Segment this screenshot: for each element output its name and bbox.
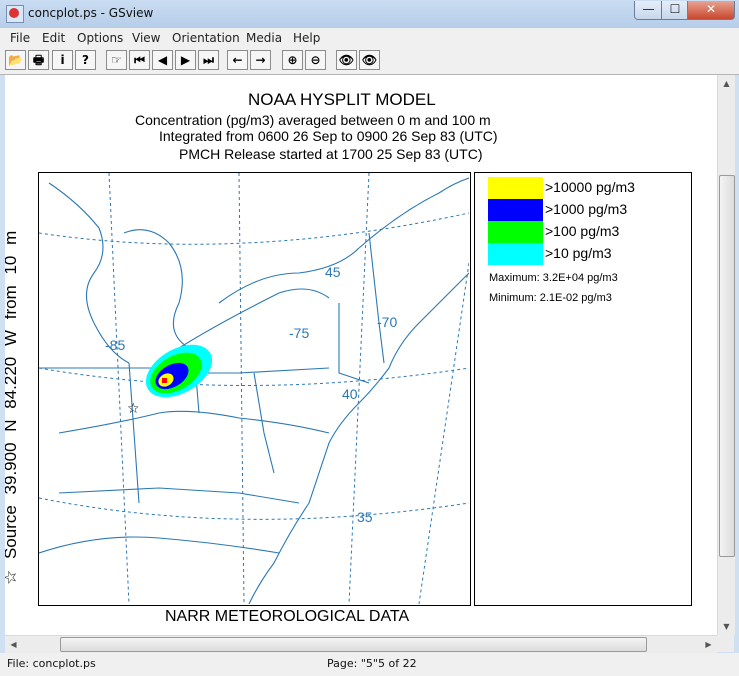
legend-label-1000: >1000 pg/m3 [545,201,628,217]
menu-file[interactable]: File [10,31,30,45]
forward-button[interactable]: → [250,50,271,70]
lon-label-85: -85 [105,337,126,353]
state-border-mid [58,410,330,434]
vertical-scroll-thumb[interactable] [719,175,735,557]
open-button[interactable]: 📂 [5,50,26,70]
scroll-down-arrow-icon[interactable]: ▼ [718,618,735,635]
lat-lon-grid [38,172,470,605]
plume-peak [162,378,167,383]
meridian-85 [108,172,130,605]
gsview-app-icon[interactable] [6,5,24,23]
map-frame: ☆ -85 -75 -70 45 40 35 [38,172,471,606]
last-page-button[interactable]: ⏭ [198,50,219,70]
state-border-ne [338,303,370,384]
goto-page-button[interactable]: ☞ [106,50,127,70]
menu-orientation[interactable]: Orientation [172,31,240,45]
legend-label-10000: >10000 pg/m3 [545,179,635,195]
parallel-35 [38,497,470,520]
state-border-south [58,487,300,504]
prev-page-button[interactable]: ◀ [152,50,173,70]
legend-swatch-10 [488,243,543,265]
maximize-button[interactable]: ☐ [661,1,689,20]
plot-subtitle-integration: Integrated from 0600 26 Sep to 0900 26 S… [159,128,498,144]
st-lawrence [358,177,470,249]
lat-label-35: 35 [357,509,373,525]
horizontal-scroll-thumb[interactable] [60,637,647,652]
legend-frame: >10000 pg/m3 >1000 pg/m3 >100 pg/m3 >10 … [474,172,692,606]
menu-bar: File Edit Options View Orientation Media… [0,28,739,48]
find-button[interactable]: 👁 [336,50,357,70]
scroll-up-arrow-icon[interactable]: ▲ [718,75,735,92]
legend-swatch-100 [488,221,543,243]
find-next-button[interactable]: 👁 [359,50,380,70]
info-button[interactable]: i [52,50,73,70]
document-view[interactable]: NOAA HYSPLIT MODEL Concentration (pg/m3)… [5,75,717,635]
plot-footer: NARR METEOROLOGICAL DATA [165,608,410,625]
menu-options[interactable]: Options [77,31,123,45]
plot-title: NOAA HYSPLIT MODEL [248,90,436,109]
source-label-text: ☆ Source 39.900 N 84.220 W from 10 m [5,231,20,585]
help-button[interactable]: ? [75,50,96,70]
scroll-right-arrow-icon[interactable]: ▶ [700,636,717,653]
back-button[interactable]: ← [227,50,248,70]
zoom-out-button[interactable]: ⊖ [305,50,326,70]
menu-view[interactable]: View [132,31,160,45]
window-title: concplot.ps - GSview [28,6,154,20]
state-border-west [128,362,140,504]
concentration-plume [145,344,213,398]
close-button[interactable]: ✕ [687,1,735,20]
status-page: Page: "5" [327,657,378,670]
plot-subtitle-concentration: Concentration (pg/m3) averaged between 0… [135,112,491,128]
state-border-vt [368,232,385,364]
legend-label-10: >10 pg/m3 [545,245,612,261]
lat-label-45: 45 [325,264,341,280]
source-marker: ☆ [127,401,140,417]
status-file: File: concplot.ps [7,657,96,670]
first-page-button[interactable]: ⏮ [129,50,150,70]
parallel-40 [38,367,470,386]
legend-maximum: Maximum: 3.2E+04 pg/m3 [489,272,618,284]
vertical-scrollbar[interactable]: ▲ ▼ [717,75,735,635]
state-border-east [253,372,275,474]
menu-edit[interactable]: Edit [42,31,65,45]
title-bar[interactable]: concplot.ps - GSview — ☐ ✕ [0,0,739,28]
zoom-in-button[interactable]: ⊕ [282,50,303,70]
menu-help[interactable]: Help [293,31,320,45]
concentration-map: ☆ [38,172,470,605]
lake-huron-shore [123,229,190,349]
toolbar: 📂 🖶 i ? ☞ ⏮ ◀ ▶ ⏭ ← → ⊕ ⊖ 👁 👁 [0,48,739,75]
parallel-45 [38,212,470,245]
legend-label-100: >100 pg/m3 [545,223,620,239]
lon-label-70: -70 [377,314,398,330]
gsview-window: concplot.ps - GSview — ☐ ✕ File Edit Opt… [0,0,739,676]
atlantic-coast [248,272,470,605]
print-button[interactable]: 🖶 [28,50,49,70]
legend-swatch-10000 [488,177,543,199]
status-bar: File: concplot.ps Page: "5" 5 of 22 [0,653,739,676]
scrollbar-corner [717,635,734,652]
minimize-button[interactable]: — [634,1,663,20]
horizontal-scrollbar[interactable]: ◀ ▶ [5,635,717,653]
coastlines-and-borders [38,177,470,605]
lat-label-40: 40 [342,386,358,402]
scroll-left-arrow-icon[interactable]: ◀ [5,636,22,653]
status-page-count: 5 of 22 [378,657,417,670]
plot-subtitle-release: PMCH Release started at 1700 25 Sep 83 (… [179,146,483,162]
lon-label-75: -75 [289,325,310,341]
menu-media[interactable]: Media [246,31,282,45]
legend-swatch-1000 [488,199,543,221]
legend-minimum: Minimum: 2.1E-02 pg/m3 [489,292,612,304]
meridian-80 [238,172,245,605]
next-page-button[interactable]: ▶ [175,50,196,70]
meridian-70 [418,262,470,605]
